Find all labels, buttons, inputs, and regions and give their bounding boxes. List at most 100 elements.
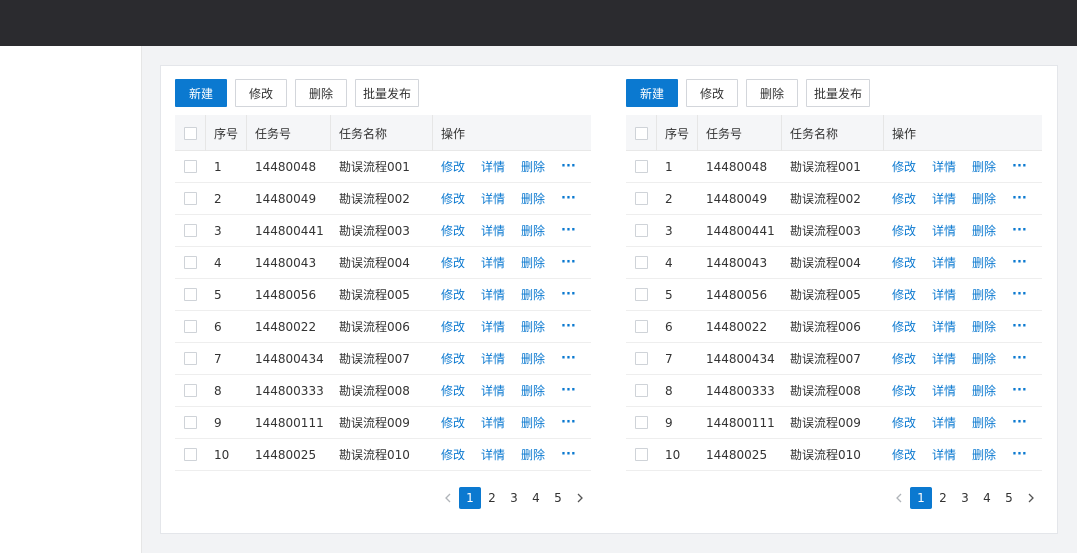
row-delete-link[interactable]: 删除 bbox=[521, 190, 545, 207]
row-delete-link[interactable]: 删除 bbox=[521, 350, 545, 367]
row-checkbox[interactable] bbox=[184, 192, 197, 205]
row-delete-link[interactable]: 删除 bbox=[521, 414, 545, 431]
row-detail-link[interactable]: 详情 bbox=[481, 190, 505, 207]
delete-button[interactable]: 删除 bbox=[295, 79, 347, 107]
chevron-right-icon[interactable] bbox=[1020, 487, 1042, 509]
row-detail-link[interactable]: 详情 bbox=[932, 414, 956, 431]
row-detail-link[interactable]: 详情 bbox=[932, 350, 956, 367]
row-edit-link[interactable]: 修改 bbox=[441, 286, 465, 303]
row-detail-link[interactable]: 详情 bbox=[932, 446, 956, 463]
chevron-left-icon[interactable] bbox=[888, 487, 910, 509]
row-delete-link[interactable]: 删除 bbox=[972, 158, 996, 175]
row-edit-link[interactable]: 修改 bbox=[892, 286, 916, 303]
row-detail-link[interactable]: 详情 bbox=[481, 158, 505, 175]
more-icon[interactable]: ··· bbox=[1012, 287, 1027, 302]
row-edit-link[interactable]: 修改 bbox=[441, 222, 465, 239]
row-edit-link[interactable]: 修改 bbox=[892, 222, 916, 239]
new-button[interactable]: 新建 bbox=[626, 79, 678, 107]
row-checkbox[interactable] bbox=[184, 384, 197, 397]
row-checkbox[interactable] bbox=[635, 160, 648, 173]
row-checkbox[interactable] bbox=[184, 160, 197, 173]
row-edit-link[interactable]: 修改 bbox=[441, 382, 465, 399]
row-delete-link[interactable]: 删除 bbox=[521, 158, 545, 175]
row-edit-link[interactable]: 修改 bbox=[441, 414, 465, 431]
row-detail-link[interactable]: 详情 bbox=[481, 286, 505, 303]
edit-button[interactable]: 修改 bbox=[235, 79, 287, 107]
row-detail-link[interactable]: 详情 bbox=[481, 222, 505, 239]
row-delete-link[interactable]: 删除 bbox=[972, 286, 996, 303]
row-checkbox[interactable] bbox=[184, 416, 197, 429]
row-detail-link[interactable]: 详情 bbox=[481, 382, 505, 399]
more-icon[interactable]: ··· bbox=[561, 223, 576, 238]
row-edit-link[interactable]: 修改 bbox=[892, 446, 916, 463]
more-icon[interactable]: ··· bbox=[1012, 319, 1027, 334]
row-detail-link[interactable]: 详情 bbox=[932, 318, 956, 335]
row-edit-link[interactable]: 修改 bbox=[892, 414, 916, 431]
row-edit-link[interactable]: 修改 bbox=[441, 254, 465, 271]
more-icon[interactable]: ··· bbox=[561, 383, 576, 398]
row-detail-link[interactable]: 详情 bbox=[481, 254, 505, 271]
more-icon[interactable]: ··· bbox=[1012, 255, 1027, 270]
batch-publish-button[interactable]: 批量发布 bbox=[806, 79, 870, 107]
more-icon[interactable]: ··· bbox=[561, 319, 576, 334]
edit-button[interactable]: 修改 bbox=[686, 79, 738, 107]
select-all-checkbox[interactable] bbox=[634, 126, 648, 140]
page-2-button[interactable]: 2 bbox=[932, 487, 954, 509]
more-icon[interactable]: ··· bbox=[561, 287, 576, 302]
row-delete-link[interactable]: 删除 bbox=[521, 254, 545, 271]
row-checkbox[interactable] bbox=[635, 448, 648, 461]
more-icon[interactable]: ··· bbox=[1012, 351, 1027, 366]
row-checkbox[interactable] bbox=[184, 288, 197, 301]
row-edit-link[interactable]: 修改 bbox=[441, 190, 465, 207]
more-icon[interactable]: ··· bbox=[1012, 223, 1027, 238]
row-delete-link[interactable]: 删除 bbox=[521, 318, 545, 335]
row-detail-link[interactable]: 详情 bbox=[481, 446, 505, 463]
row-edit-link[interactable]: 修改 bbox=[892, 254, 916, 271]
row-edit-link[interactable]: 修改 bbox=[441, 446, 465, 463]
page-4-button[interactable]: 4 bbox=[525, 487, 547, 509]
more-icon[interactable]: ··· bbox=[561, 447, 576, 462]
row-edit-link[interactable]: 修改 bbox=[441, 350, 465, 367]
more-icon[interactable]: ··· bbox=[1012, 447, 1027, 462]
row-checkbox[interactable] bbox=[635, 352, 648, 365]
row-checkbox[interactable] bbox=[184, 448, 197, 461]
row-detail-link[interactable]: 详情 bbox=[481, 350, 505, 367]
row-checkbox[interactable] bbox=[635, 320, 648, 333]
row-delete-link[interactable]: 删除 bbox=[521, 446, 545, 463]
row-edit-link[interactable]: 修改 bbox=[441, 158, 465, 175]
row-detail-link[interactable]: 详情 bbox=[932, 158, 956, 175]
row-checkbox[interactable] bbox=[184, 256, 197, 269]
page-4-button[interactable]: 4 bbox=[976, 487, 998, 509]
more-icon[interactable]: ··· bbox=[561, 191, 576, 206]
page-5-button[interactable]: 5 bbox=[547, 487, 569, 509]
row-delete-link[interactable]: 删除 bbox=[972, 414, 996, 431]
row-delete-link[interactable]: 删除 bbox=[972, 446, 996, 463]
more-icon[interactable]: ··· bbox=[1012, 415, 1027, 430]
page-5-button[interactable]: 5 bbox=[998, 487, 1020, 509]
row-detail-link[interactable]: 详情 bbox=[932, 382, 956, 399]
more-icon[interactable]: ··· bbox=[561, 159, 576, 174]
row-checkbox[interactable] bbox=[635, 384, 648, 397]
more-icon[interactable]: ··· bbox=[1012, 159, 1027, 174]
page-3-button[interactable]: 3 bbox=[954, 487, 976, 509]
row-checkbox[interactable] bbox=[184, 352, 197, 365]
chevron-right-icon[interactable] bbox=[569, 487, 591, 509]
row-detail-link[interactable]: 详情 bbox=[481, 414, 505, 431]
page-1-button[interactable]: 1 bbox=[910, 487, 932, 509]
row-delete-link[interactable]: 删除 bbox=[972, 318, 996, 335]
row-checkbox[interactable] bbox=[635, 192, 648, 205]
row-checkbox[interactable] bbox=[635, 288, 648, 301]
row-detail-link[interactable]: 详情 bbox=[932, 190, 956, 207]
row-delete-link[interactable]: 删除 bbox=[972, 254, 996, 271]
row-detail-link[interactable]: 详情 bbox=[932, 286, 956, 303]
row-delete-link[interactable]: 删除 bbox=[521, 382, 545, 399]
more-icon[interactable]: ··· bbox=[561, 255, 576, 270]
row-detail-link[interactable]: 详情 bbox=[481, 318, 505, 335]
row-edit-link[interactable]: 修改 bbox=[892, 190, 916, 207]
new-button[interactable]: 新建 bbox=[175, 79, 227, 107]
row-checkbox[interactable] bbox=[184, 224, 197, 237]
row-checkbox[interactable] bbox=[635, 256, 648, 269]
page-1-button[interactable]: 1 bbox=[459, 487, 481, 509]
row-detail-link[interactable]: 详情 bbox=[932, 222, 956, 239]
row-checkbox[interactable] bbox=[184, 320, 197, 333]
